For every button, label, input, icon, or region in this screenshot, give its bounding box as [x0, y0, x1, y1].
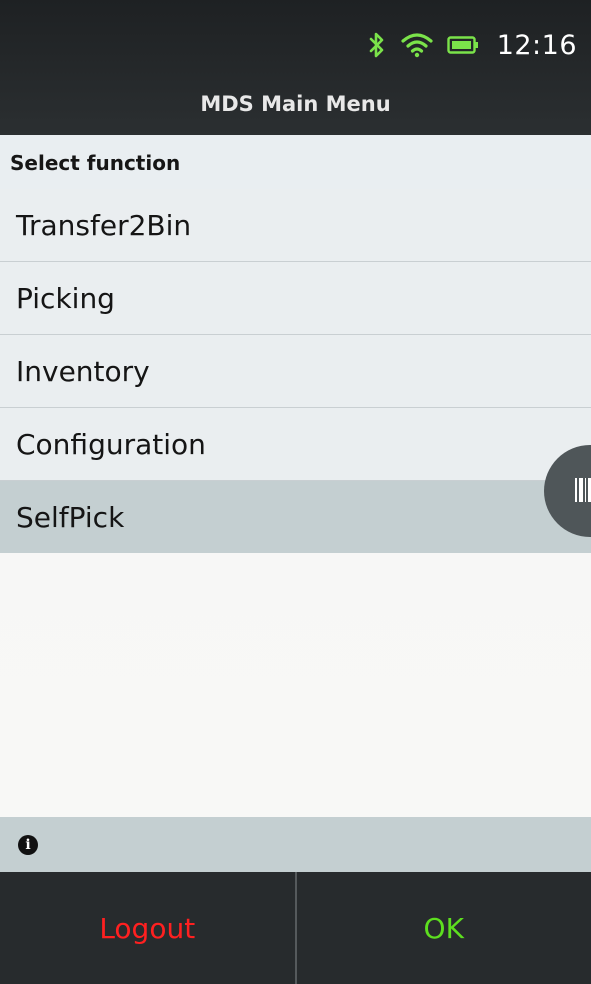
- menu-item-picking[interactable]: Picking: [0, 262, 591, 335]
- page-title: MDS Main Menu: [200, 92, 391, 116]
- menu-item-inventory[interactable]: Inventory: [0, 335, 591, 408]
- ok-button[interactable]: OK: [297, 872, 591, 984]
- mds-screen: 12:16 MDS Main Menu Select function Tran…: [0, 0, 591, 984]
- info-icon[interactable]: i: [18, 835, 38, 855]
- logout-button[interactable]: Logout: [0, 872, 295, 984]
- section-header: Select function: [0, 135, 591, 189]
- bluetooth-icon: [367, 31, 387, 59]
- wifi-icon: [401, 32, 433, 58]
- menu-item-configuration[interactable]: Configuration: [0, 408, 591, 481]
- bottom-bar: Logout OK: [0, 872, 591, 984]
- main-content: Select function Transfer2Bin Picking Inv…: [0, 135, 591, 817]
- menu-item-transfer2bin[interactable]: Transfer2Bin: [0, 189, 591, 262]
- clock-time: 12:16: [496, 29, 577, 61]
- function-menu: Transfer2Bin Picking Inventory Configura…: [0, 189, 591, 553]
- top-bar: 12:16 MDS Main Menu: [0, 0, 591, 135]
- info-bar: i: [0, 817, 591, 872]
- status-bar: 12:16: [367, 28, 577, 62]
- barcode-icon: [575, 478, 591, 502]
- battery-icon: [446, 35, 479, 55]
- menu-item-selfpick[interactable]: SelfPick: [0, 481, 591, 553]
